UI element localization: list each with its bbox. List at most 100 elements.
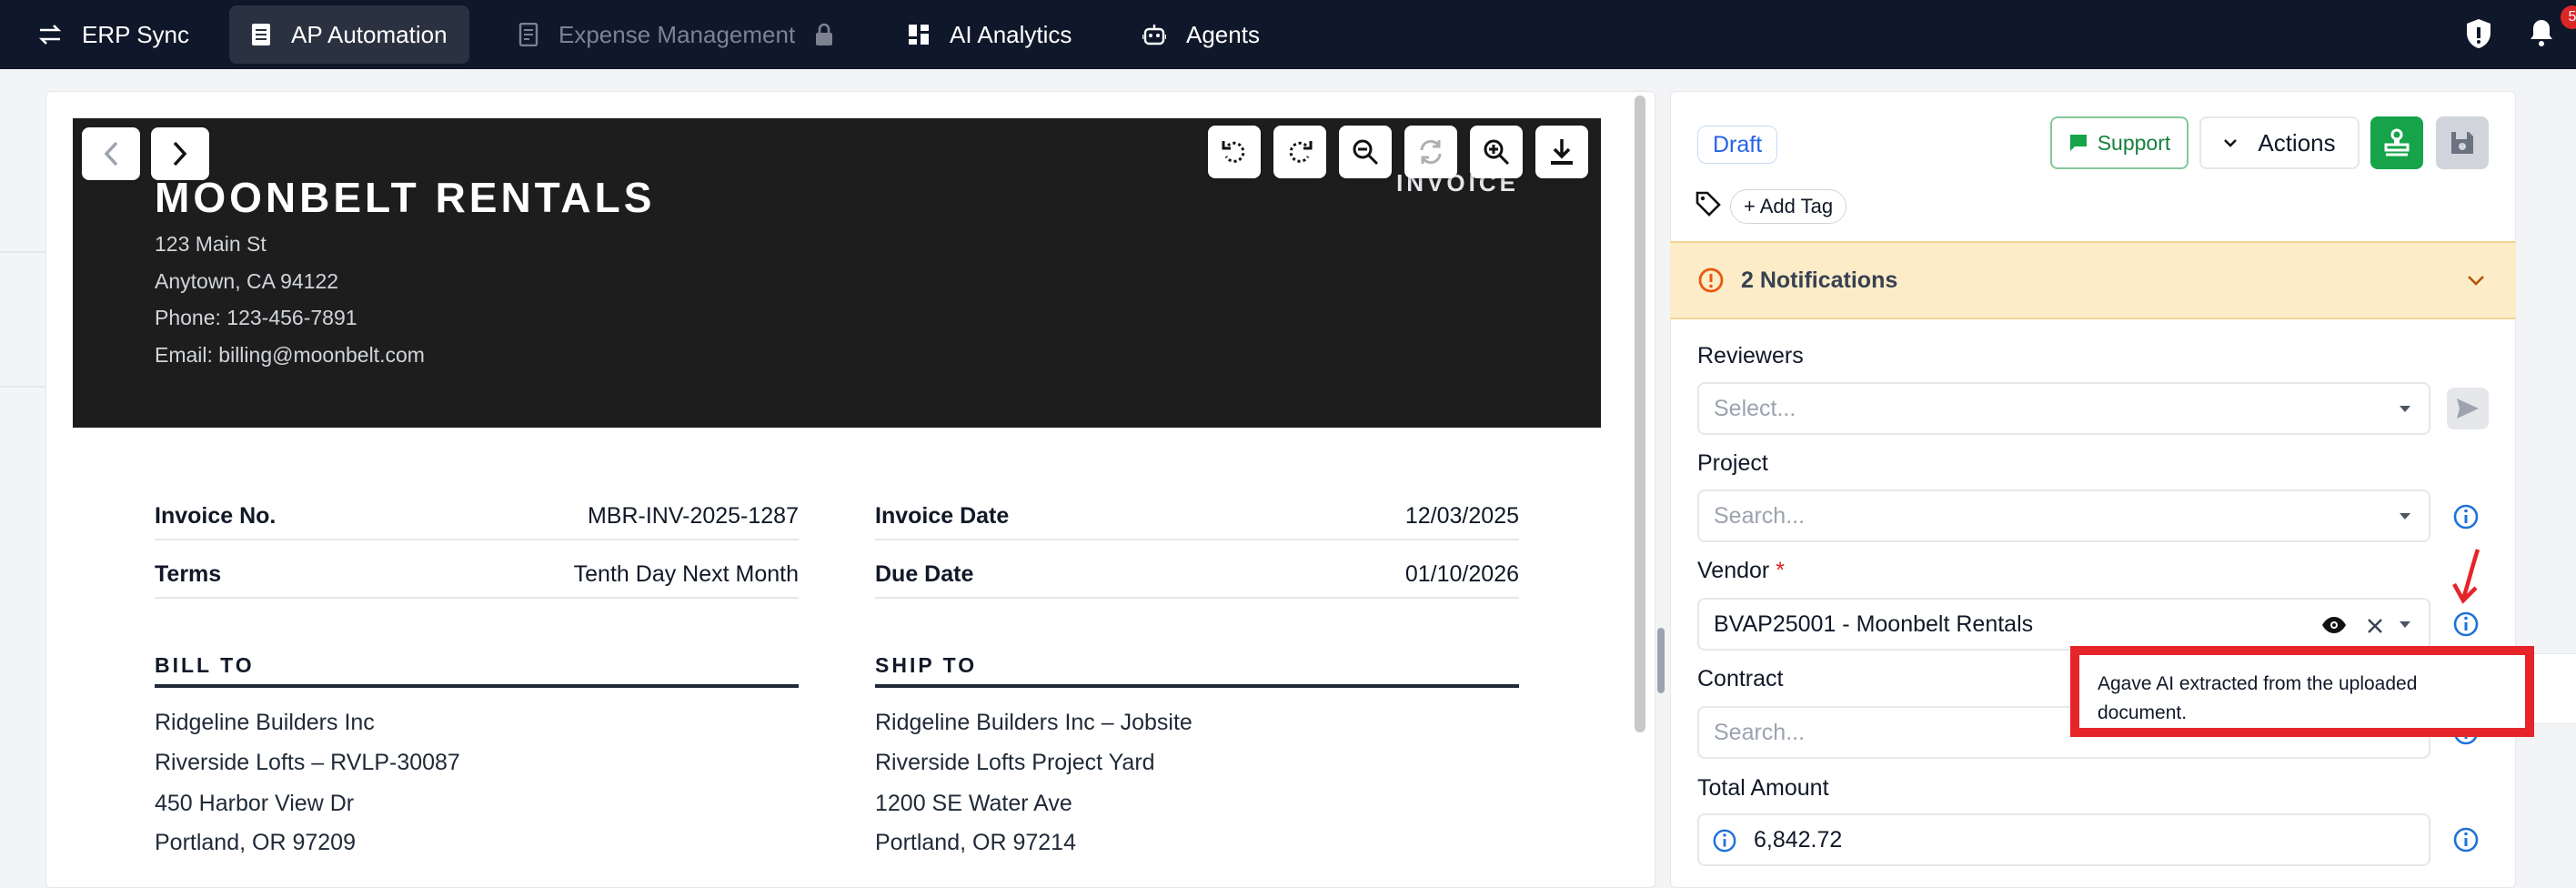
bill-to-line: 450 Harbor View Dr <box>155 791 355 816</box>
rotate-left-button[interactable] <box>1208 126 1261 178</box>
vendor-select[interactable]: BVAP25001 - Moonbelt Rentals <box>1697 598 2430 651</box>
chevron-right-icon <box>173 141 187 166</box>
nav-agents[interactable]: Agents <box>1121 5 1282 64</box>
caret-down-icon <box>2400 513 2410 520</box>
support-button-label: Support <box>2097 130 2171 155</box>
total-amount-label: Total Amount <box>1697 775 1829 801</box>
next-page-button[interactable] <box>151 127 209 180</box>
download-button[interactable] <box>1535 126 1588 178</box>
chevron-down-icon <box>2224 139 2238 147</box>
due-date-row: Due Date 01/10/2026 <box>875 551 1519 599</box>
contract-label: Contract <box>1697 666 1784 691</box>
document-scrollbar[interactable] <box>1635 96 1645 732</box>
nav-erp-sync[interactable]: ERP Sync <box>16 5 211 64</box>
add-tag-button[interactable]: + Add Tag <box>1730 189 1847 224</box>
ai-extraction-tooltip: Agave AI extracted from the uploaded doc… <box>2070 646 2534 737</box>
nav-expense-management[interactable]: Expense Management <box>497 5 855 64</box>
due-date-value: 01/10/2026 <box>1404 560 1519 587</box>
red-annotation-arrow <box>2452 549 2480 604</box>
company-name: MOONBELT RENTALS <box>155 174 656 221</box>
rotate-right-icon <box>1289 141 1313 163</box>
approve-stamp-button[interactable] <box>2370 116 2423 169</box>
send-to-reviewers-button[interactable] <box>2447 388 2489 429</box>
zoom-in-button[interactable] <box>1470 126 1523 178</box>
gutter-divider <box>0 251 45 253</box>
info-icon[interactable] <box>2452 503 2480 530</box>
reviewers-select[interactable]: Select... <box>1697 382 2430 435</box>
caret-down-icon <box>2400 621 2410 628</box>
total-amount-input[interactable]: 6,842.72 <box>1697 813 2430 866</box>
tag-icon <box>1696 191 1721 217</box>
project-label: Project <box>1697 450 1768 476</box>
zoom-out-button[interactable] <box>1339 126 1392 178</box>
stamp-icon <box>2384 128 2410 156</box>
nav-expense-management-label: Expense Management <box>558 20 796 48</box>
bill-to-line: Riverside Lofts – RVLP-30087 <box>155 750 460 775</box>
sync-arrows-icon <box>38 25 62 45</box>
project-placeholder: Search... <box>1714 502 1806 529</box>
vendor-label: Vendor * <box>1697 558 1785 584</box>
reviewers-placeholder: Select... <box>1714 395 1796 421</box>
ship-to-line: Riverside Lofts Project Yard <box>875 750 1155 775</box>
robot-icon <box>1142 25 1166 45</box>
chevron-left-icon <box>104 141 118 166</box>
bell-icon[interactable] <box>2529 18 2554 47</box>
ship-to-line: Portland, OR 97214 <box>875 830 1076 855</box>
bill-to-line: Portland, OR 97209 <box>155 830 356 855</box>
support-button[interactable]: Support <box>2050 116 2189 169</box>
top-navigation: ERP Sync AP Automation Expense Managemen… <box>0 0 2576 69</box>
refresh-icon <box>1420 139 1442 165</box>
previous-page-button[interactable] <box>82 127 140 180</box>
rotate-left-icon <box>1222 141 1245 163</box>
terms-value: Tenth Day Next Month <box>573 560 799 587</box>
shield-icon[interactable] <box>2465 18 2492 49</box>
ship-to-line: Ridgeline Builders Inc – Jobsite <box>875 710 1192 735</box>
actions-dropdown-button[interactable]: Actions <box>2199 116 2360 169</box>
nav-ap-automation[interactable]: AP Automation <box>229 5 469 64</box>
invoice-date-label: Invoice Date <box>875 502 1010 529</box>
total-amount-value: 6,842.72 <box>1754 826 1843 853</box>
company-phone: Phone: 123-456-7891 <box>155 306 357 329</box>
ship-to-heading: SHIP TO <box>875 653 978 677</box>
invoice-date-value: 12/03/2025 <box>1404 502 1519 529</box>
details-scrollbar-track[interactable] <box>2527 91 2541 888</box>
save-button[interactable] <box>2436 116 2489 169</box>
invoice-date-row: Invoice Date 12/03/2025 <box>875 493 1519 540</box>
project-search-input[interactable]: Search... <box>1697 489 2430 542</box>
ship-to-rule <box>875 684 1519 688</box>
rotate-right-button[interactable] <box>1273 126 1326 178</box>
document-icon <box>252 24 270 45</box>
tooltip-overflow <box>2534 653 2576 724</box>
notification-count-badge: 5 <box>2561 5 2576 29</box>
info-icon[interactable] <box>2452 826 2480 853</box>
nav-ai-analytics-label: AI Analytics <box>950 20 1072 48</box>
notifications-label: 2 Notifications <box>1741 267 1898 293</box>
reset-view-button[interactable] <box>1404 126 1457 178</box>
zoom-in-icon <box>1484 139 1510 166</box>
nav-erp-sync-label: ERP Sync <box>82 20 190 48</box>
panel-resize-handle[interactable] <box>1657 628 1665 693</box>
info-icon[interactable] <box>2452 610 2480 638</box>
caret-down-icon <box>2400 406 2410 412</box>
invoice-number-row: Invoice No. MBR-INV-2025-1287 <box>155 493 799 540</box>
nav-ai-analytics[interactable]: AI Analytics <box>886 5 1093 64</box>
chevron-down-icon <box>2468 276 2484 286</box>
eye-icon[interactable] <box>2321 616 2347 634</box>
send-icon <box>2457 399 2479 419</box>
download-icon <box>1551 139 1573 165</box>
bill-to-rule <box>155 684 799 688</box>
alert-circle-icon <box>1698 267 1724 293</box>
bill-to-line: Ridgeline Builders Inc <box>155 710 375 735</box>
bill-to-heading: BILL TO <box>155 653 255 677</box>
clear-icon[interactable] <box>2367 618 2383 634</box>
company-address-line1: 123 Main St <box>155 232 267 256</box>
company-address-line2: Anytown, CA 94122 <box>155 269 339 293</box>
contract-placeholder: Search... <box>1714 719 1806 745</box>
info-icon[interactable] <box>1712 828 1737 853</box>
vendor-label-text: Vendor <box>1697 558 1770 583</box>
terms-row: Terms Tenth Day Next Month <box>155 551 799 599</box>
chat-icon <box>2069 135 2087 151</box>
dashboard-icon <box>909 25 929 45</box>
notifications-bar[interactable]: 2 Notifications <box>1670 241 2516 319</box>
lock-icon <box>816 23 833 45</box>
